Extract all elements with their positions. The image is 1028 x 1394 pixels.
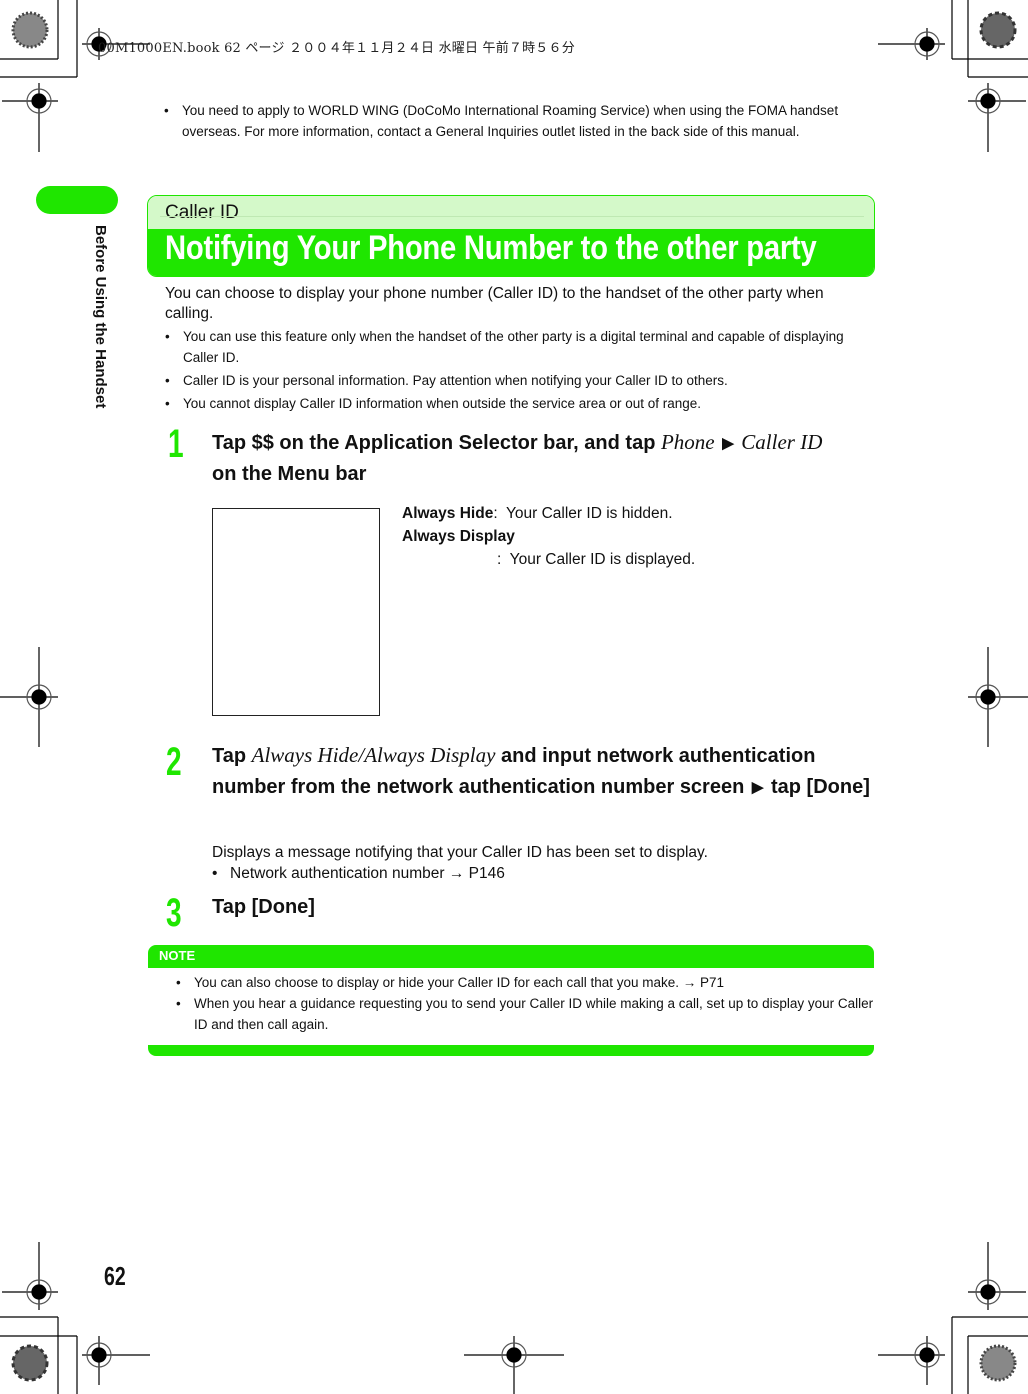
note-footer-bar — [148, 1045, 874, 1056]
registration-target-icon — [2, 83, 58, 152]
registration-target-icon — [968, 647, 1028, 747]
note-body: You can also choose to display or hide y… — [148, 968, 874, 1041]
bullet-item: When you hear a guidance requesting you … — [176, 993, 874, 1035]
arrow-right-icon: ▶ — [722, 435, 734, 452]
section-tab-marker — [36, 186, 118, 214]
bullet-text: When you hear a guidance requesting you … — [194, 996, 874, 1032]
section-tab-label: Before Using the Handset — [92, 225, 109, 409]
option-always-hide: Always Hide: Your Caller ID is hidden. — [402, 502, 695, 525]
color-wheel-icon — [979, 11, 1017, 49]
menu-item-phone: Phone — [660, 430, 715, 454]
color-wheel-icon — [11, 11, 49, 49]
step-text-part: on the Menu bar — [212, 463, 367, 485]
screenshot-placeholder — [212, 508, 380, 716]
bullet-item: You can use this feature only when the h… — [165, 326, 870, 368]
registration-target-icon — [464, 1336, 564, 1394]
color-wheel-icon — [979, 1344, 1017, 1382]
step-number: 3 — [166, 891, 182, 935]
registration-target-icon — [878, 1336, 945, 1385]
step-2-description: Displays a message notifying that your C… — [212, 842, 852, 884]
arrow-right-icon: ▶ — [751, 779, 764, 796]
registration-target-icon — [968, 1242, 1026, 1310]
step-2-text: Tap Always Hide/Always Display and input… — [212, 740, 877, 803]
page-number: 62 — [104, 1261, 126, 1291]
option-term: Always Hide — [402, 505, 494, 522]
option-sep: : — [493, 505, 498, 522]
roaming-note: You need to apply to WORLD WING (DoCoMo … — [164, 100, 864, 142]
page-reference-link[interactable]: → P71 — [683, 975, 724, 990]
section-title-box: Caller ID Notifying Your Phone Number to… — [147, 195, 875, 277]
option-list: Always Hide: Your Caller ID is hidden. A… — [402, 502, 695, 571]
menu-item-caller-id: Caller ID — [741, 430, 823, 454]
registration-target-icon — [0, 647, 58, 747]
bullet-item: You cannot display Caller ID information… — [165, 393, 870, 414]
note-header: NOTE — [148, 945, 874, 968]
bullet-text: Network authentication number — [230, 865, 445, 882]
color-wheel-icon — [11, 1344, 49, 1382]
option-desc: Your Caller ID is hidden. — [505, 505, 673, 522]
section-category: Caller ID — [165, 202, 239, 223]
step-text-part: tap [Done] — [765, 776, 870, 798]
intro-bullets: You can use this feature only when the h… — [165, 326, 870, 416]
step-text-part: Tap $$ on the Application Selector bar, … — [212, 432, 661, 454]
registration-target-icon — [968, 83, 1026, 152]
option-desc: Your Caller ID is displayed. — [509, 551, 696, 568]
bullet-item: You can also choose to display or hide y… — [176, 972, 874, 993]
option-names: Always Hide/Always Display — [251, 743, 496, 767]
step-number: 1 — [168, 422, 184, 466]
option-term: Always Display — [402, 528, 515, 545]
registration-target-icon — [82, 1336, 150, 1385]
step-text-part: Tap — [212, 745, 252, 767]
note-box: NOTE You can also choose to display or h… — [148, 945, 874, 1056]
step-description: Displays a message notifying that your C… — [212, 844, 708, 861]
bullet-text: You can also choose to display or hide y… — [194, 975, 683, 990]
section-title-bar: Notifying Your Phone Number to the other… — [148, 229, 874, 276]
bullet-item: Caller ID is your personal information. … — [165, 370, 870, 391]
option-sep: : — [497, 551, 502, 568]
option-always-display: Always Display — [402, 525, 695, 548]
page-reference-link[interactable]: → P146 — [449, 865, 505, 882]
print-header: 00M1000EN.book 62 ページ ２００４年１１月２４日 水曜日 午前… — [98, 41, 575, 56]
step-3-text: Tap [Done] — [212, 896, 315, 918]
registration-target-icon — [878, 28, 945, 60]
note-heading: NOTE — [159, 948, 196, 963]
intro-text: You can choose to display your phone num… — [165, 285, 824, 322]
page-title: Notifying Your Phone Number to the other… — [165, 229, 817, 267]
registration-target-icon — [2, 1242, 58, 1310]
bullet-item: You need to apply to WORLD WING (DoCoMo … — [164, 100, 864, 142]
step-1-text: Tap $$ on the Application Selector bar, … — [212, 427, 877, 490]
step-number: 2 — [166, 740, 182, 784]
section-category-bar: Caller ID — [148, 196, 874, 229]
option-always-display-desc: : Your Caller ID is displayed. — [402, 548, 695, 571]
bullet-item: Network authentication number → P146 — [212, 863, 852, 884]
